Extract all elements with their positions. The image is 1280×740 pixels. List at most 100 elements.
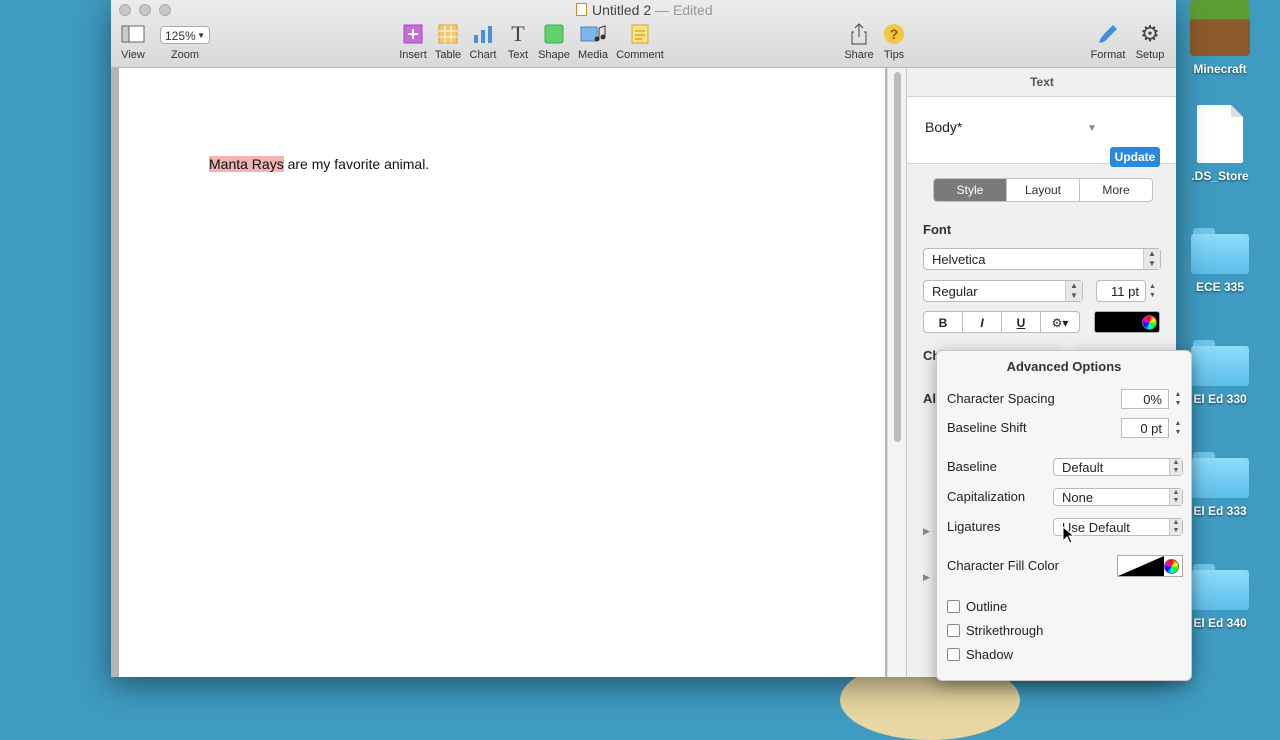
vertical-scrollbar[interactable] (887, 68, 907, 677)
chevron-updown-icon: ▲ ▼ (1065, 281, 1082, 301)
scroll-thumb[interactable] (894, 72, 901, 442)
text-button[interactable]: T Text (503, 21, 533, 61)
shape-button[interactable]: Shape (537, 22, 571, 61)
gear-icon: ⚙ (1140, 21, 1160, 46)
desktop-item-ds-store[interactable]: .DS_Store (1175, 105, 1265, 183)
view-icon (121, 25, 145, 43)
baseline-shift-label: Baseline Shift (947, 420, 1027, 435)
desktop-item-ece-335[interactable]: ECE 335 (1175, 228, 1265, 294)
media-button[interactable]: Media (575, 22, 611, 61)
checkbox-box[interactable] (947, 600, 960, 613)
shape-label: Shape (538, 49, 570, 61)
character-fill-color-well[interactable] (1117, 555, 1183, 577)
chevron-updown-icon: ▲ ▼ (1169, 519, 1182, 535)
zoom-label: Zoom (170, 49, 200, 61)
mouse-cursor-icon (1062, 526, 1074, 544)
font-size-value: 11 pt (1111, 284, 1139, 299)
baseline-label: Baseline (947, 459, 997, 474)
italic-button[interactable]: I (962, 311, 1002, 333)
close-button[interactable] (119, 4, 131, 16)
character-spacing-field[interactable]: 0% (1121, 389, 1169, 409)
comment-button[interactable]: Comment (614, 22, 666, 61)
baseline-select[interactable]: Default ▲ ▼ (1053, 458, 1183, 476)
document-page[interactable]: Manta Rays are my favorite animal. (119, 68, 885, 677)
insert-button[interactable]: Insert (396, 22, 430, 61)
advanced-options-button[interactable]: ⚙▾ (1040, 311, 1080, 333)
inspector-title: Text (907, 68, 1176, 97)
minimize-button[interactable] (139, 4, 151, 16)
underline-button[interactable]: U (1001, 311, 1041, 333)
table-label: Table (434, 49, 462, 61)
paragraph-style-name[interactable]: Body* (925, 119, 962, 135)
media-label: Media (578, 49, 608, 61)
zoom-window-button[interactable] (159, 4, 171, 16)
text-color-well[interactable] (1094, 311, 1160, 333)
shadow-checkbox[interactable]: Shadow (947, 647, 1013, 662)
folder-icon (1191, 228, 1249, 274)
view-label: View (121, 49, 145, 61)
baseline-shift-field[interactable]: 0 pt (1121, 418, 1169, 438)
ligatures-label: Ligatures (947, 519, 1001, 534)
update-button[interactable]: Update (1110, 147, 1160, 167)
insert-icon (403, 24, 423, 44)
paragraph-text[interactable]: are my favorite animal. (284, 156, 430, 172)
desktop-item-label: Minecraft (1193, 62, 1247, 76)
chevron-updown-icon: ▲ ▼ (1143, 249, 1160, 269)
disclosure-triangle-icon[interactable]: ▶ (923, 572, 930, 583)
selected-text[interactable]: Manta Rays (209, 156, 284, 172)
media-icon (580, 25, 606, 42)
document-icon (576, 3, 587, 16)
color-wheel-icon (1164, 559, 1179, 574)
body-paragraph[interactable]: Manta Rays are my favorite animal. (209, 156, 429, 172)
shape-icon (544, 24, 564, 44)
question-icon: ? (884, 24, 904, 44)
share-button[interactable]: Share (841, 22, 877, 61)
table-button[interactable]: Table (433, 22, 463, 61)
format-button[interactable]: Format (1087, 22, 1129, 61)
capitalization-select[interactable]: None ▲ ▼ (1053, 488, 1183, 506)
zoom-value: 125% (165, 29, 196, 43)
tab-layout[interactable]: Layout (1006, 179, 1079, 201)
folder-icon (1191, 564, 1249, 610)
font-family-select[interactable]: Helvetica ▲ ▼ (923, 248, 1161, 270)
chart-button[interactable]: Chart (467, 22, 499, 61)
tips-button[interactable]: ? Tips (879, 22, 909, 61)
checkbox-box[interactable] (947, 624, 960, 637)
zoom-control[interactable]: 125% ▼ Zoom (157, 22, 213, 61)
comment-label: Comment (616, 49, 664, 61)
font-size-field[interactable]: 11 pt (1096, 280, 1146, 302)
chevron-down-icon: ▼ (197, 31, 205, 40)
strikethrough-checkbox[interactable]: Strikethrough (947, 623, 1043, 638)
toolbar: Untitled 2 — Edited View 125% ▼ Zoom Inse… (111, 0, 1176, 68)
style-menu-icon[interactable]: ▼ (1087, 123, 1097, 134)
baseline-shift-stepper[interactable]: ▲ ▼ (1173, 419, 1183, 437)
outline-checkbox[interactable]: Outline (947, 599, 1007, 614)
format-label: Format (1090, 49, 1126, 61)
font-size-stepper[interactable]: ▲ ▼ (1149, 282, 1156, 300)
share-icon (851, 23, 867, 45)
desktop-item-minecraft[interactable]: Minecraft (1175, 0, 1265, 76)
desktop-item-label: .DS_Store (1191, 169, 1249, 183)
desktop-item-label: El Ed 333 (1193, 504, 1247, 518)
typeface-value: Regular (932, 284, 978, 299)
baseline-value: Default (1062, 460, 1104, 475)
checkbox-box[interactable] (947, 648, 960, 661)
bold-button[interactable]: B (923, 311, 963, 333)
comment-icon (631, 24, 649, 44)
typeface-select[interactable]: Regular ▲ ▼ (923, 280, 1083, 302)
character-fill-color-label: Character Fill Color (947, 558, 1059, 573)
setup-button[interactable]: ⚙ Setup (1133, 21, 1167, 61)
setup-label: Setup (1135, 49, 1165, 61)
fill-color-swatch (1118, 556, 1164, 576)
character-spacing-stepper[interactable]: ▲ ▼ (1173, 390, 1183, 408)
chart-icon (474, 26, 492, 43)
strikethrough-label: Strikethrough (966, 623, 1044, 638)
zoom-select[interactable]: 125% ▼ (160, 26, 210, 44)
gear-icon: ⚙▾ (1051, 316, 1069, 330)
disclosure-triangle-icon[interactable]: ▶ (923, 526, 930, 537)
tab-more[interactable]: More (1079, 179, 1152, 201)
view-button[interactable]: View (119, 22, 147, 61)
outline-label: Outline (966, 599, 1008, 614)
insert-label: Insert (399, 49, 427, 61)
tab-style[interactable]: Style (934, 179, 1006, 201)
